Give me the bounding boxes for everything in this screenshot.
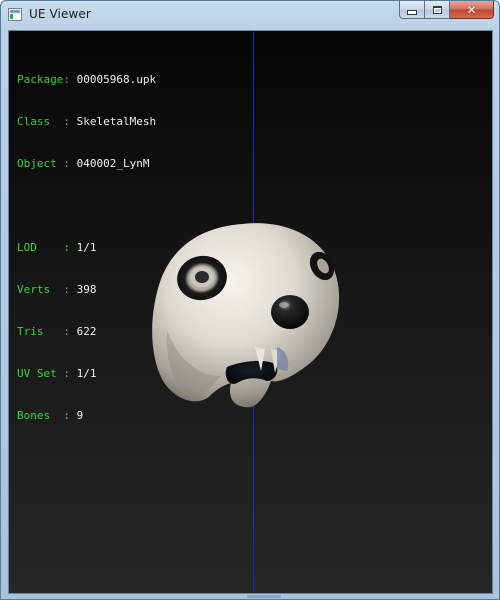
maximize-button[interactable] [425,1,450,19]
window-resize-grip[interactable] [247,595,281,598]
info-row-class: Class : SkeletalMesh [17,115,157,128]
info-row-lod: LOD : 1/1 [17,241,97,254]
minimize-button[interactable] [399,1,425,19]
minimize-icon [407,10,417,15]
info-row-bones: Bones : 9 [17,409,84,422]
title-bar[interactable]: UE Viewer ✕ [1,1,499,29]
3d-viewport[interactable]: Package: 00005968.upk Class : SkeletalMe… [8,30,493,594]
window-title: UE Viewer [29,7,91,21]
info-row-object: Object : 040002_LynM [17,157,150,170]
info-row-package: Package: 00005968.upk [17,73,157,86]
mesh-info-panel: Package: 00005968.upk Class : SkeletalMe… [17,45,156,451]
maximize-icon [432,5,442,14]
ue-viewer-window: UE Viewer ✕ Package: 00005968.upk Class … [0,0,500,600]
app-window-icon[interactable] [8,8,22,21]
info-spacer [17,199,156,213]
close-icon: ✕ [466,2,477,17]
close-button[interactable]: ✕ [450,1,494,19]
info-row-verts: Verts : 398 [17,283,97,296]
nose [271,295,309,329]
info-row-tris: Tris : 622 [17,325,97,338]
caption-buttons: ✕ [399,1,494,20]
info-row-uvset: UV Set : 1/1 [17,367,97,380]
